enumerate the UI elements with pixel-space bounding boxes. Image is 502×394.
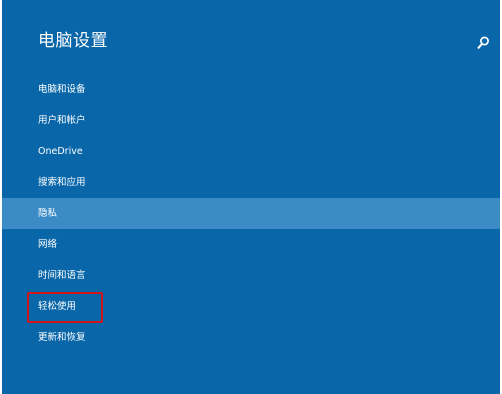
nav-item-pc-and-devices[interactable]: 电脑和设备 [2,74,500,105]
settings-panel: 电脑设置 电脑和设备 用户和帐户 OneDrive 搜索和应用 隐私 网络 时间… [2,0,500,394]
nav-item-label: 用户和帐户 [38,115,86,126]
search-icon [477,36,489,49]
page-title: 电脑设置 [38,31,108,51]
nav-item-onedrive[interactable]: OneDrive [2,136,500,167]
nav-item-label: 隐私 [38,208,58,219]
nav-item-privacy[interactable]: 隐私 [2,198,500,229]
nav-item-label: 时间和语言 [38,270,86,281]
nav-item-update-and-recovery[interactable]: 更新和恢复 [2,322,500,353]
nav-item-label: OneDrive [38,146,83,157]
nav-item-search-and-apps[interactable]: 搜索和应用 [2,167,500,198]
nav-item-label: 搜索和应用 [38,177,86,188]
nav-item-label: 网络 [38,239,58,250]
nav-item-time-and-language[interactable]: 时间和语言 [2,260,500,291]
annotation-highlight-box [27,292,103,323]
nav-item-label: 更新和恢复 [38,332,86,343]
search-button[interactable] [476,35,490,51]
nav-item-accounts[interactable]: 用户和帐户 [2,105,500,136]
nav-item-label: 电脑和设备 [38,84,86,95]
nav-item-network[interactable]: 网络 [2,229,500,260]
